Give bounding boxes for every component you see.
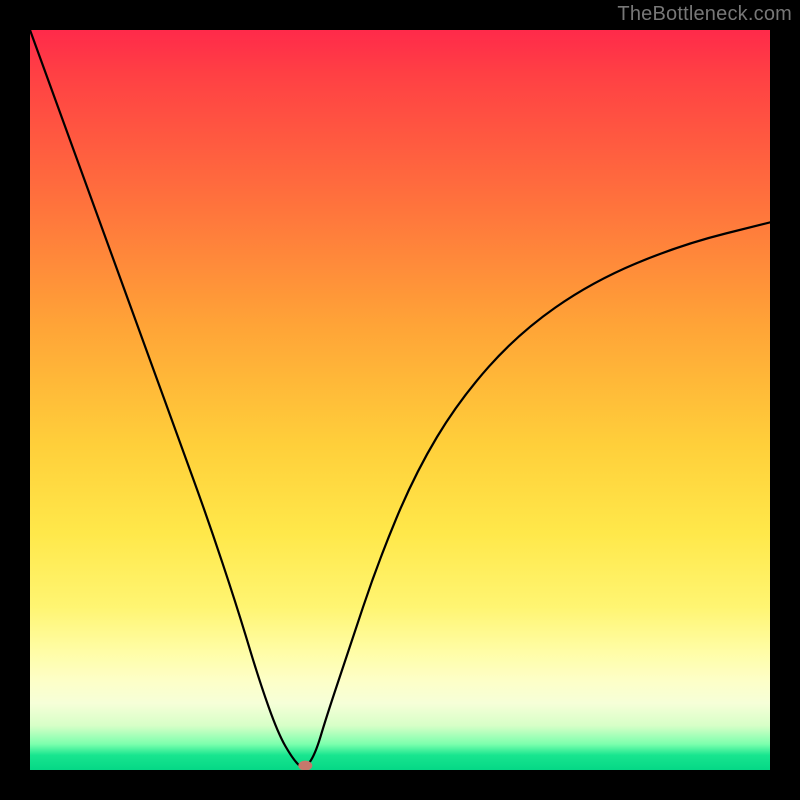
bottleneck-curve xyxy=(30,30,770,767)
curve-svg xyxy=(30,30,770,770)
plot-area xyxy=(30,30,770,770)
watermark-text: TheBottleneck.com xyxy=(617,3,792,26)
chart-stage: TheBottleneck.com xyxy=(0,0,800,800)
